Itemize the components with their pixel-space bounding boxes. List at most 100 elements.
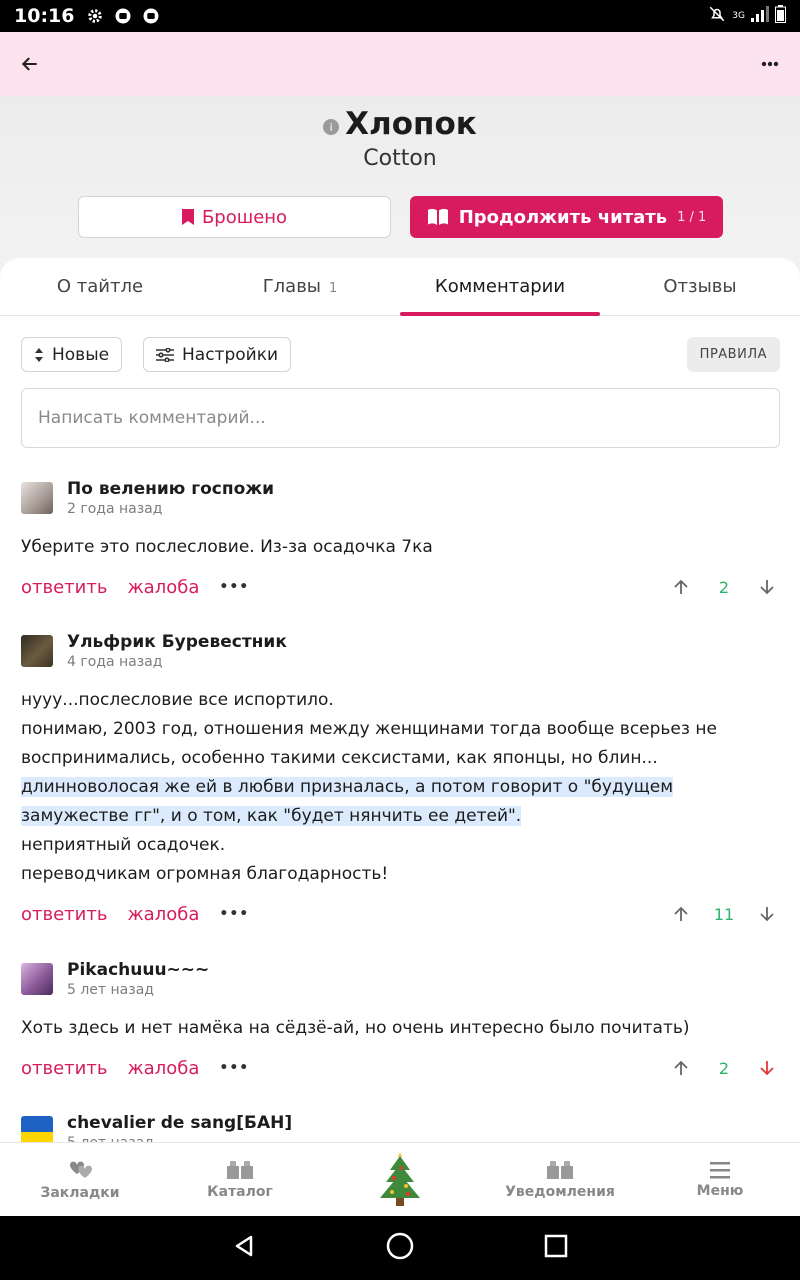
downvote-arrow-icon[interactable]	[754, 901, 780, 927]
comment-more-button[interactable]: •••	[219, 1060, 249, 1076]
comment-date: 2 года назад	[67, 501, 163, 517]
tab-label: Отзывы	[663, 276, 737, 297]
avatar[interactable]	[21, 963, 53, 995]
continue-reading-button[interactable]: Продолжить читать 1 / 1	[410, 196, 723, 238]
sort-label: Новые	[52, 344, 110, 365]
chapters-count-badge: 1	[329, 280, 338, 296]
bottom-navigation: Закладки Каталог Уведомления Меню	[0, 1142, 800, 1216]
sort-arrows-icon	[35, 347, 43, 362]
comment-more-button[interactable]: •••	[219, 579, 249, 595]
rules-button[interactable]: ПРАВИЛА	[686, 337, 780, 372]
system-home-icon[interactable]	[386, 1232, 414, 1264]
nav-menu[interactable]: Меню	[640, 1143, 800, 1216]
bookmark-icon	[181, 209, 194, 225]
open-book-icon	[427, 208, 448, 225]
app-bar	[0, 32, 800, 96]
tab-about[interactable]: О тайтле	[0, 258, 200, 315]
tab-chapters[interactable]: Главы 1	[200, 258, 400, 315]
back-arrow-icon[interactable]	[18, 52, 42, 76]
downvote-arrow-icon-active[interactable]	[754, 1055, 780, 1081]
sort-button[interactable]: Новые	[21, 337, 123, 372]
nav-label: Закладки	[40, 1184, 120, 1201]
downvote-arrow-icon[interactable]	[754, 574, 780, 600]
nav-label: Каталог	[207, 1183, 273, 1200]
vote-controls: 11	[668, 899, 780, 929]
system-recents-icon[interactable]	[544, 1234, 568, 1262]
report-button[interactable]: жалоба	[127, 904, 199, 925]
comment-author[interactable]: По велению госпожи	[67, 479, 274, 499]
page-subtitle: Cotton	[363, 146, 437, 171]
dropped-status-button[interactable]: Брошено	[78, 196, 391, 238]
comment-line: Уберите это послесловие. Из-за осадочка …	[21, 537, 433, 557]
settings-label: Настройки	[182, 344, 279, 365]
avatar[interactable]	[21, 1116, 53, 1142]
tab-label: О тайтле	[56, 276, 144, 297]
comment-line: переводчикам огромная благодарность!	[21, 864, 389, 884]
comment-author[interactable]: chevalier de sang[БАН]	[67, 1113, 292, 1133]
comment-text: Хоть здесь и нет намёка на сёдзё-ай, но …	[21, 1014, 780, 1043]
vote-controls: 2	[668, 572, 780, 602]
nav-label: Меню	[696, 1182, 744, 1199]
hamburger-menu-icon	[710, 1161, 730, 1178]
comment-line-highlighted: длинноволосая же ей в любви призналась, …	[21, 773, 780, 831]
comment-more-button[interactable]: •••	[219, 906, 249, 922]
comment-line: понимаю, 2003 год, отношения между женщи…	[21, 719, 717, 768]
comment-text: Уберите это послесловие. Из-за осадочка …	[21, 533, 780, 562]
tab-label: Главы	[262, 276, 322, 297]
tab-label: Комментарии	[434, 276, 566, 297]
comment-date: 5 лет назад	[67, 1133, 292, 1142]
christmas-tree-icon	[380, 1151, 420, 1206]
nav-label: Уведомления	[505, 1183, 615, 1200]
comment-line: неприятный осадочек.	[21, 835, 226, 855]
comment-item: Pikachuuu~~~ 5 лет назад Хоть здесь и не…	[21, 960, 780, 1083]
status-bar: 10:16 3G	[0, 0, 800, 32]
app-notification-icon	[114, 7, 132, 25]
comment-controls: Новые Настройки ПРАВИЛА	[21, 337, 780, 372]
title-header: i Хлопок Cotton Брошено Продолжить читат…	[0, 96, 800, 276]
nav-notifications[interactable]: Уведомления	[480, 1143, 640, 1216]
nav-bookmarks[interactable]: Закладки	[0, 1143, 160, 1216]
comment-item: chevalier de sang[БАН] 5 лет назад	[21, 1113, 780, 1142]
more-options-icon[interactable]	[758, 52, 782, 76]
comment-date: 4 года назад	[67, 654, 163, 670]
comment-input[interactable]: Написать комментарий...	[21, 388, 780, 448]
avatar[interactable]	[21, 635, 53, 667]
tab-reviews[interactable]: Отзывы	[600, 258, 800, 315]
reply-button[interactable]: ответить	[21, 1058, 107, 1079]
upvote-arrow-icon[interactable]	[668, 1055, 694, 1081]
status-time: 10:16	[14, 5, 75, 27]
comment-item: Ульфрик Буревестник 4 года назад нууу...…	[21, 632, 780, 929]
tab-comments[interactable]: Комментарии	[400, 258, 600, 316]
page-title: Хлопок	[345, 106, 477, 142]
selected-text[interactable]: длинноволосая же ей в любви призналась, …	[21, 777, 674, 826]
app-notification-icon-2	[142, 7, 160, 25]
avatar[interactable]	[21, 482, 53, 514]
nav-catalog[interactable]: Каталог	[160, 1143, 320, 1216]
comment-item: По велению госпожи 2 года назад Уберите …	[21, 479, 780, 602]
continue-label: Продолжить читать	[458, 206, 668, 228]
comment-line: нууу...послесловие все испортило.	[21, 690, 334, 710]
sliders-icon	[156, 347, 174, 362]
reply-button[interactable]: ответить	[21, 904, 107, 925]
nav-christmas-tree[interactable]	[320, 1143, 480, 1216]
vote-score: 2	[718, 1058, 730, 1078]
muted-bell-icon	[708, 5, 726, 27]
reply-button[interactable]: ответить	[21, 577, 107, 598]
vote-score: 11	[713, 904, 735, 924]
info-icon[interactable]: i	[323, 119, 340, 135]
notifications-icon	[547, 1160, 573, 1179]
comment-author[interactable]: Pikachuuu~~~	[67, 960, 209, 980]
report-button[interactable]: жалоба	[127, 1058, 199, 1079]
bookmarks-heart-icon	[70, 1161, 92, 1178]
settings-button[interactable]: Настройки	[143, 337, 292, 372]
comment-date: 5 лет назад	[67, 982, 154, 998]
upvote-arrow-icon[interactable]	[668, 574, 694, 600]
network-type: 3G	[732, 11, 745, 21]
comment-author[interactable]: Ульфрик Буревестник	[67, 632, 287, 652]
report-button[interactable]: жалоба	[127, 577, 199, 598]
comment-text: нууу...послесловие все испортило. понима…	[21, 686, 780, 889]
content-sheet: О тайтле Главы 1 Комментарии Отзывы Новые…	[0, 258, 800, 1142]
upvote-arrow-icon[interactable]	[668, 901, 694, 927]
system-back-icon[interactable]	[232, 1234, 256, 1262]
vote-score: 2	[718, 577, 730, 597]
